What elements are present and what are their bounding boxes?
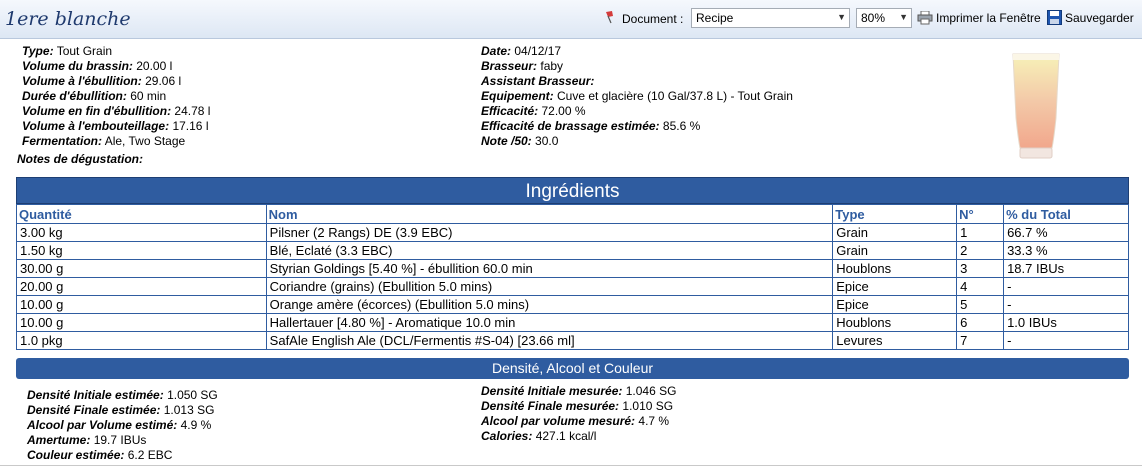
cell-name: Pilsner (2 Rangs) DE (3.9 EBC) [265, 223, 834, 242]
cell-quantity: 30.00 g [16, 259, 267, 278]
info-row-bottling-volume: Volume à l'embouteillage: 17.16 l [22, 119, 209, 133]
cell-number: 4 [956, 277, 1005, 296]
cell-name: Blé, Eclaté (3.3 EBC) [265, 241, 834, 260]
dac-row-abv-meas: Alcool par volume mesuré: 4.7 % [481, 414, 670, 428]
cell-type: Houblons [832, 313, 958, 332]
print-button[interactable]: Imprimer la Fenêtre [917, 10, 1041, 25]
cell-quantity: 3.00 kg [16, 223, 267, 242]
cell-quantity: 1.50 kg [16, 241, 267, 260]
tasting-notes-label: Notes de dégustation: [17, 152, 144, 166]
table-row: 1.0 pkg SafAle English Ale (DCL/Fermentis… [16, 331, 1129, 350]
info-row-fermentation: Fermentation: Ale, Two Stage [22, 134, 186, 148]
info-row-batch-volume: Volume du brassin: 20.00 l [22, 59, 173, 73]
cell-percent: 66.7 % [1003, 223, 1129, 242]
cell-type: Epice [832, 295, 958, 314]
cell-name: Styrian Goldings [5.40 %] - ébullition 6… [265, 259, 834, 278]
cell-name: SafAle English Ale (DCL/Fermentis #S-04)… [265, 331, 834, 350]
dac-row-og-meas: Densité Initiale mesurée: 1.046 SG [481, 384, 677, 398]
printer-icon [917, 10, 933, 25]
cell-quantity: 20.00 g [16, 277, 267, 296]
dac-row-abv-est: Alcool par Volume estimé: 4.9 % [27, 418, 212, 432]
cell-number: 5 [956, 295, 1005, 314]
cell-quantity: 10.00 g [16, 295, 267, 314]
zoom-select[interactable]: 80% ▼ [856, 8, 912, 28]
cell-percent: 18.7 IBUs [1003, 259, 1129, 278]
table-row: 30.00 g Styrian Goldings [5.40 %] - ébull… [16, 259, 1129, 278]
dac-estimated: Densité Initiale estimée: 1.050 SG Densi… [27, 388, 218, 463]
print-label: Imprimer la Fenêtre [936, 10, 1041, 25]
beer-glass-icon [1012, 53, 1060, 159]
chevron-down-icon: ▼ [899, 12, 908, 22]
cell-name: Orange amère (écorces) (Ebullition 5.0 m… [265, 295, 834, 314]
info-row-boil-volume: Volume à l'ébullition: 29.06 l [22, 74, 182, 88]
tasting-notes: Notes de dégustation: [17, 152, 143, 167]
info-row-rating: Note /50: 30.0 [481, 134, 559, 148]
dac-measured: Densité Initiale mesurée: 1.046 SG Densi… [481, 384, 676, 444]
dac-row-color: Couleur estimée: 6.2 EBC [27, 448, 173, 462]
recipe-info-right: Date: 04/12/17 Brasseur: faby Assistant … [481, 44, 793, 149]
table-header-row: Quantité Nom Type N° % du Total [16, 204, 1129, 224]
cell-name: Coriandre (grains) (Ebullition 5.0 mins) [265, 277, 834, 296]
cell-percent: - [1003, 331, 1129, 350]
floppy-disk-icon [1047, 10, 1062, 26]
dac-title: Densité, Alcool et Couleur [16, 358, 1129, 379]
dac-row-ibu: Amertume: 19.7 IBUs [27, 433, 147, 447]
cell-type: Grain [832, 223, 958, 242]
column-header-percent: % du Total [1003, 204, 1129, 224]
info-row-assistant: Assistant Brasseur: [481, 74, 595, 88]
column-header-quantity: Quantité [16, 204, 267, 224]
table-row: 3.00 kg Pilsner (2 Rangs) DE (3.9 EBC) Gra… [16, 223, 1129, 242]
info-row-post-boil-volume: Volume en fin d'ébullition: 24.78 l [22, 104, 211, 118]
cell-number: 2 [956, 241, 1005, 260]
dac-row-fg-meas: Densité Finale mesurée: 1.010 SG [481, 399, 674, 413]
table-row: 10.00 g Orange amère (écorces) (Ebullitio… [16, 295, 1129, 314]
ingredients-title: Ingrédients [16, 177, 1129, 204]
column-header-name: Nom [265, 204, 834, 224]
info-row-boil-time: Durée d'ébullition: 60 min [22, 89, 167, 103]
cell-quantity: 1.0 pkg [16, 331, 267, 350]
cell-number: 1 [956, 223, 1005, 242]
document-select[interactable]: Recipe ▼ [691, 8, 850, 28]
document-label: Document : [622, 12, 684, 26]
info-row-efficiency: Efficacité: 72.00 % [481, 104, 586, 118]
cell-type: Epice [832, 277, 958, 296]
info-row-date: Date: 04/12/17 [481, 44, 562, 58]
recipe-info-left: Type: Tout Grain Volume du brassin: 20.0… [22, 44, 210, 149]
cell-name: Hallertauer [4.80 %] - Aromatique 10.0 m… [265, 313, 834, 332]
chevron-down-icon: ▼ [837, 12, 846, 22]
cell-quantity: 10.00 g [16, 313, 267, 332]
toolbar: 1ere blanche Document : Recipe ▼ 80% ▼ I… [0, 0, 1142, 39]
cell-type: Houblons [832, 259, 958, 278]
info-row-equipment: Equipement: Cuve et glacière (10 Gal/37.… [481, 89, 793, 103]
info-row-type: Type: Tout Grain [22, 44, 113, 58]
cell-number: 7 [956, 331, 1005, 350]
column-header-number: N° [956, 204, 1005, 224]
cell-number: 6 [956, 313, 1005, 332]
document-select-value: Recipe [696, 11, 734, 25]
table-row: 20.00 g Coriandre (grains) (Ebullition 5.… [16, 277, 1129, 296]
pin-icon[interactable] [604, 10, 616, 24]
table-row: 1.50 kg Blé, Eclaté (3.3 EBC) Grain 2 33.3 % [16, 241, 1129, 260]
ingredients-table: Quantité Nom Type N° % du Total 3.00 kg P… [16, 204, 1129, 350]
cell-type: Grain [832, 241, 958, 260]
column-header-type: Type [832, 204, 958, 224]
save-button[interactable]: Sauvegarder [1047, 10, 1134, 26]
cell-percent: 1.0 IBUs [1003, 313, 1129, 332]
info-row-brewer: Brasseur: faby [481, 59, 564, 73]
dac-row-calories: Calories: 427.1 kcal/l [481, 429, 597, 443]
page-title: 1ere blanche [5, 8, 131, 30]
divider [0, 465, 1142, 466]
cell-percent: - [1003, 295, 1129, 314]
save-label: Sauvegarder [1065, 10, 1134, 25]
cell-percent: 33.3 % [1003, 241, 1129, 260]
dac-row-fg-est: Densité Finale estimée: 1.013 SG [27, 403, 215, 417]
table-row: 10.00 g Hallertauer [4.80 %] - Aromatique… [16, 313, 1129, 332]
zoom-select-value: 80% [861, 11, 886, 25]
info-row-mash-efficiency: Efficacité de brassage estimée: 85.6 % [481, 119, 701, 133]
cell-type: Levures [832, 331, 958, 350]
cell-number: 3 [956, 259, 1005, 278]
cell-percent: - [1003, 277, 1129, 296]
dac-row-og-est: Densité Initiale estimée: 1.050 SG [27, 388, 218, 402]
